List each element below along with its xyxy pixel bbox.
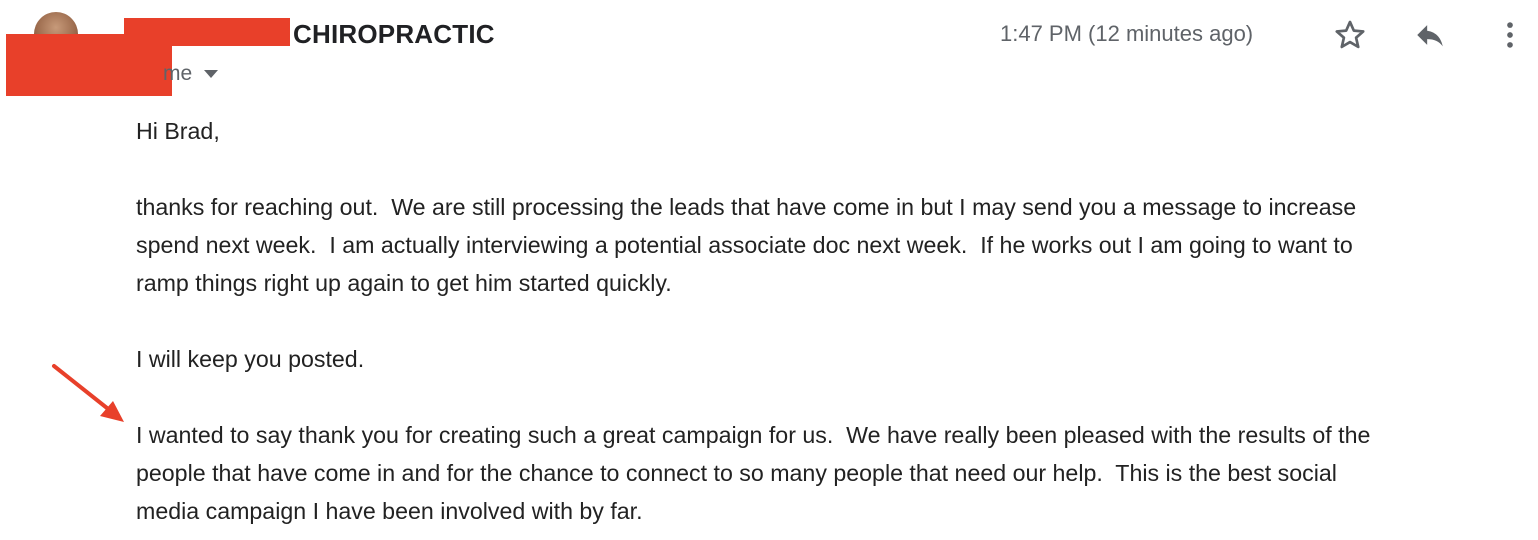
greeting: Hi Brad, bbox=[136, 118, 220, 144]
reply-icon bbox=[1417, 25, 1443, 47]
paragraph-1-line-3: ramp things right up again to get him st… bbox=[136, 270, 672, 296]
reply-button[interactable] bbox=[1410, 15, 1450, 55]
more-vert-icon bbox=[1507, 22, 1513, 48]
paragraph-1-line-1: thanks for reaching out. We are still pr… bbox=[136, 194, 1357, 220]
recipient-label: me bbox=[163, 62, 193, 85]
paragraph-3-line-2: people that have come in and for the cha… bbox=[136, 460, 1337, 486]
more-options-button[interactable] bbox=[1490, 15, 1530, 55]
star-icon bbox=[1335, 20, 1365, 49]
message-timestamp: 1:47 PM (12 minutes ago) bbox=[1000, 21, 1254, 46]
star-button[interactable] bbox=[1330, 15, 1370, 55]
sender-name: CHIROPRACTIC bbox=[293, 19, 495, 49]
message-body: Hi Brad, thanks for reaching out. We are… bbox=[136, 112, 1536, 530]
annotation-arrow-icon bbox=[52, 364, 124, 422]
redaction-mark bbox=[6, 34, 172, 96]
paragraph-3-line-3: media campaign I have been involved with… bbox=[136, 498, 643, 524]
recipient-line[interactable]: me bbox=[163, 62, 219, 86]
paragraph-1-line-2: spend next week. I am actually interview… bbox=[136, 232, 1353, 258]
paragraph-3-line-1: I wanted to say thank you for creating s… bbox=[136, 422, 1371, 448]
paragraph-2: I will keep you posted. bbox=[136, 346, 365, 372]
chevron-down-icon[interactable] bbox=[204, 70, 219, 78]
